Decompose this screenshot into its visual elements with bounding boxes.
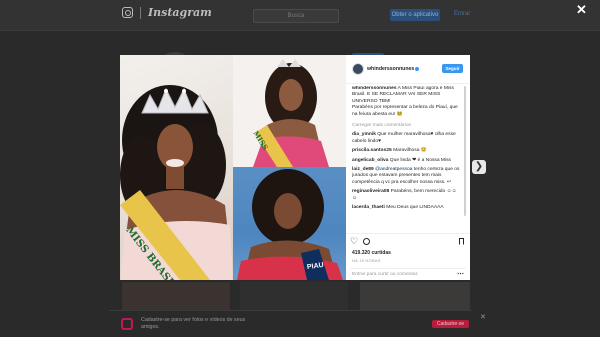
caption: whinderssonnunes A Miss Piauí agora é Mi… xyxy=(352,86,460,118)
load-more-comments-link[interactable]: Carregar mais comentários xyxy=(352,123,460,129)
photo-miss-pink-dress: MISS xyxy=(233,55,346,167)
next-arrow-icon[interactable]: ❯ xyxy=(472,160,486,174)
comments-scrollbar[interactable] xyxy=(464,86,466,216)
more-options-icon[interactable]: ⋯ xyxy=(457,270,464,278)
comment-text: Meu Deus que LINDAAAA xyxy=(386,205,444,211)
post-header: whinderssonnunes Seguir xyxy=(346,55,470,84)
photo-miss-pink-dress-illustration xyxy=(253,59,329,167)
comment-icon[interactable] xyxy=(363,238,370,245)
comment-text: Maravilhosa 😊 xyxy=(393,148,427,154)
login-link[interactable]: Entrar xyxy=(454,11,470,17)
photo-crowned-miss: MISS BRASIL xyxy=(120,55,233,280)
heart-icon[interactable]: ♡ xyxy=(350,236,358,247)
caption-text-2: Parabéns por representar a beleza do Pia… xyxy=(352,105,458,117)
comment-item: lacerda_thaeti Meu Deus que LINDAAAA xyxy=(352,205,460,211)
add-comment-area: Entrar para curtir ou comentar. ⋯ xyxy=(350,268,466,279)
post-details-panel: whinderssonnunes Seguir whinderssonnunes… xyxy=(346,55,470,280)
likes-count[interactable]: 419.320 curtidas xyxy=(352,250,391,256)
comment-item: priscila.santos25 Maravilhosa 😊 xyxy=(352,148,460,154)
post-modal: MISS BRASIL MISS PIAU whinderssonnunes S… xyxy=(120,55,470,280)
follow-button[interactable]: Seguir xyxy=(442,64,463,73)
signup-banner-text: Cadastre-se para ver fotos e vídeos de s… xyxy=(141,317,246,330)
comment-item: reginaoliveira08 Parabéns, bem merecido … xyxy=(352,189,460,202)
signup-button[interactable]: Cadastre-se xyxy=(432,320,469,328)
caption-username[interactable]: whinderssonnunes xyxy=(352,86,397,91)
comment-item: angelicab_oliva Que linda ❤ é a Nossa Mi… xyxy=(352,158,460,164)
instagram-camera-icon[interactable] xyxy=(122,7,133,18)
logo-separator xyxy=(140,7,141,19)
obtain-app-button[interactable]: Obter o aplicativo xyxy=(390,9,440,21)
top-nav: Instagram Busca Obter o aplicativo Entra… xyxy=(0,0,600,31)
comment-item: dia_ymnik Que mulher maravilhosa♥ olha e… xyxy=(352,132,460,145)
photo-miss-red-dress-illustration xyxy=(237,169,343,280)
post-timestamp[interactable]: HÁ 15 HORAS xyxy=(352,258,381,263)
photo-miss-red-dress: PIAU xyxy=(233,167,346,280)
comment-username[interactable]: dia_ymnik xyxy=(352,132,376,137)
comment-username[interactable]: lacerda_thaeti xyxy=(352,205,385,210)
instagram-icon xyxy=(121,318,133,330)
username-link[interactable]: whinderssonnunes xyxy=(367,66,414,72)
signup-banner: Cadastre-se para ver fotos e vídeos de s… xyxy=(109,310,472,336)
comment-username[interactable]: laiz_de89 xyxy=(352,167,374,172)
search-input[interactable]: Busca xyxy=(253,9,339,23)
grid-tile xyxy=(360,282,470,312)
login-to-comment-link[interactable]: Entrar para curtir ou comentar. xyxy=(352,272,418,277)
grid-tile xyxy=(122,282,230,312)
instagram-logo[interactable]: Instagram xyxy=(148,6,212,19)
comment-username[interactable]: priscila.santos25 xyxy=(352,148,392,153)
post-media[interactable]: MISS BRASIL MISS PIAU xyxy=(120,55,346,280)
comment-text: Que linda ❤ é a Nossa Miss xyxy=(389,157,451,163)
comment-mention-link[interactable]: @andreatpessoa xyxy=(375,167,412,172)
post-actions: ♡ 419.320 curtidas HÁ 15 HORAS Entrar pa… xyxy=(346,233,470,280)
comments-list[interactable]: whinderssonnunes A Miss Piauí agora é Mi… xyxy=(352,86,460,234)
close-icon[interactable]: ✕ xyxy=(576,2,587,18)
comment-username[interactable]: angelicab_oliva xyxy=(352,158,388,163)
bookmark-icon[interactable] xyxy=(459,238,464,245)
verified-badge-icon xyxy=(415,66,420,71)
grid-tile xyxy=(240,282,348,312)
avatar[interactable] xyxy=(352,63,364,75)
banner-close-icon[interactable]: ✕ xyxy=(480,313,486,321)
comment-username[interactable]: reginaoliveira08 xyxy=(352,189,389,194)
comment-item: laiz_de89 @andreatpessoa tenho certeza q… xyxy=(352,167,460,186)
